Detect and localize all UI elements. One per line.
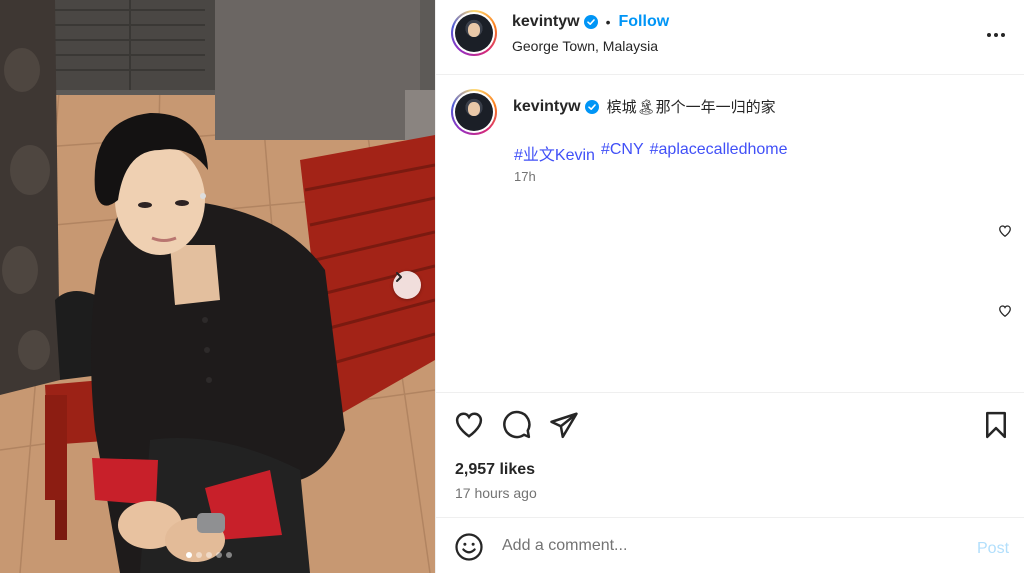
more-options-icon[interactable] xyxy=(985,24,1007,46)
caption: kevintyw 槟城🏝那个一年一归的家 xyxy=(513,96,776,117)
hashtag-link[interactable]: #业文Kevin xyxy=(514,141,595,165)
post-comment-button[interactable]: Post xyxy=(977,540,1009,558)
carousel-dot xyxy=(226,552,232,558)
heart-icon[interactable] xyxy=(998,304,1012,318)
header-separator: • xyxy=(605,14,611,30)
heart-icon[interactable] xyxy=(454,410,484,440)
carousel-dot xyxy=(196,552,202,558)
verified-badge-icon xyxy=(583,15,598,29)
caption-text: 槟城🏝那个一年一归的家 xyxy=(606,98,776,116)
carousel-next-button[interactable] xyxy=(393,271,421,299)
smiley-icon[interactable] xyxy=(454,532,484,562)
verified-badge-icon xyxy=(584,99,599,114)
like-count[interactable]: 2,957 likes xyxy=(455,461,535,479)
paper-plane-icon[interactable] xyxy=(549,410,579,440)
chevron-right-icon xyxy=(396,272,402,282)
bookmark-icon[interactable] xyxy=(981,410,1011,440)
post-timestamp: 17 hours ago xyxy=(455,485,537,501)
post-photo[interactable] xyxy=(0,0,435,573)
caption-timestamp: 17h xyxy=(514,169,536,184)
hashtag-link[interactable]: #CNY xyxy=(601,141,644,165)
hashtag-list: #业文Kevin #CNY #aplacecalledhome xyxy=(514,141,788,165)
comment-bubble-icon[interactable] xyxy=(502,410,532,440)
follow-button[interactable]: Follow xyxy=(619,13,670,31)
post-actions: 2,957 likes 17 hours ago xyxy=(436,392,1024,517)
author-avatar[interactable] xyxy=(451,10,497,56)
post-photo-illustration xyxy=(0,0,435,573)
comment-input[interactable] xyxy=(502,534,942,558)
author-username[interactable]: kevintyw xyxy=(512,13,580,31)
post-sidebar: kevintyw • Follow George Town, Malaysia … xyxy=(435,0,1024,573)
hashtag-link[interactable]: #aplacecalledhome xyxy=(650,141,788,165)
post-header: kevintyw • Follow George Town, Malaysia xyxy=(436,0,1024,75)
comment-form: Post xyxy=(436,517,1024,573)
heart-icon[interactable] xyxy=(998,224,1012,238)
post-location[interactable]: George Town, Malaysia xyxy=(512,38,658,54)
carousel-dot xyxy=(216,552,222,558)
caption-author-avatar[interactable] xyxy=(451,89,497,135)
carousel-dot xyxy=(206,552,212,558)
carousel-indicator xyxy=(186,552,232,558)
caption-username[interactable]: kevintyw xyxy=(513,98,581,116)
carousel-dot xyxy=(186,552,192,558)
